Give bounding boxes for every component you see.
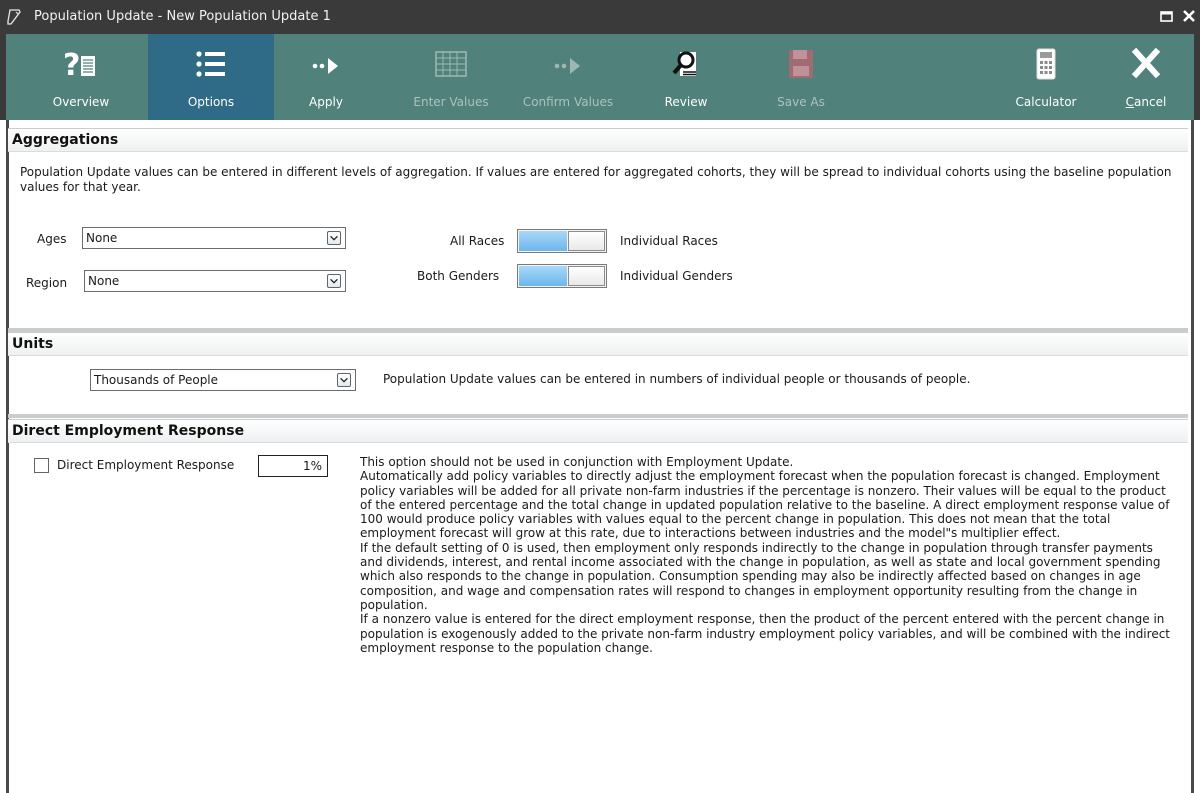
toolbar: ? Overview Options Apply Enter Values Co…	[0, 34, 1200, 120]
description-paragraph: Automatically add policy variables to di…	[360, 469, 1170, 541]
window-title-bar: Population Update - New Population Updat…	[0, 0, 1200, 34]
save-as-label: Save As	[777, 95, 825, 109]
ages-value: None	[86, 231, 118, 245]
apply-label: Apply	[309, 95, 343, 109]
document-pen-icon	[7, 9, 21, 25]
dots-arrow-icon	[554, 58, 580, 74]
units-header: Units	[8, 332, 1188, 356]
calculator-icon	[1036, 48, 1056, 80]
cancel-button[interactable]: Cancel	[1111, 34, 1181, 120]
description-paragraph: If a nonzero value is entered for the di…	[360, 612, 1170, 655]
races-toggle[interactable]	[517, 229, 607, 253]
region-label: Region	[26, 276, 68, 290]
grid-icon	[435, 51, 467, 77]
overview-button[interactable]: ? Overview	[41, 34, 121, 120]
chevron-down-icon	[337, 373, 351, 387]
section-divider	[8, 414, 1188, 418]
review-button[interactable]: Review	[646, 34, 726, 120]
confirm-values-label: Confirm Values	[522, 95, 614, 109]
chevron-down-icon	[327, 274, 341, 288]
close-icon[interactable]	[1180, 7, 1198, 25]
dots-arrow-icon	[312, 58, 338, 74]
ages-select[interactable]: None	[82, 227, 346, 249]
maximize-icon[interactable]	[1158, 7, 1176, 25]
direct-employment-label: Direct Employment Response	[57, 458, 235, 472]
save-as-button[interactable]: Save As	[761, 34, 841, 120]
aggregations-header: Aggregations	[8, 128, 1188, 152]
ages-label: Ages	[37, 232, 67, 246]
direct-employment-checkbox[interactable]	[34, 458, 49, 473]
overview-label: Overview	[52, 95, 110, 109]
races-toggle-fill	[519, 231, 567, 251]
units-select[interactable]: Thousands of People	[90, 369, 356, 391]
units-value: Thousands of People	[94, 373, 219, 387]
confirm-values-button[interactable]: Confirm Values	[513, 34, 623, 120]
enter-values-button[interactable]: Enter Values	[401, 34, 501, 120]
all-races-label: All Races	[450, 234, 505, 248]
individual-races-label: Individual Races	[620, 234, 718, 248]
direct-employment-percent-input[interactable]: 1%	[258, 455, 328, 477]
options-label: Options	[187, 95, 235, 109]
both-genders-label: Both Genders	[417, 269, 500, 283]
chevron-down-icon	[327, 231, 341, 245]
races-toggle-knob[interactable]	[568, 231, 605, 251]
enter-values-label: Enter Values	[413, 95, 489, 109]
svg-text:?: ?	[63, 48, 80, 82]
region-value: None	[88, 274, 120, 288]
genders-toggle[interactable]	[517, 264, 607, 288]
aggregations-description: Population Update values can be entered …	[20, 165, 1172, 194]
magnifier-document-icon	[672, 51, 696, 76]
list-icon	[196, 51, 225, 77]
question-document-icon: ?	[63, 48, 95, 82]
options-button[interactable]: Options	[148, 34, 274, 120]
cancel-label: Cancel	[1125, 95, 1167, 109]
review-label: Review	[664, 95, 708, 109]
calculator-label: Calculator	[1015, 95, 1077, 109]
genders-toggle-knob[interactable]	[568, 266, 605, 286]
units-description: Population Update values can be entered …	[383, 372, 971, 386]
window-title: Population Update - New Population Updat…	[34, 9, 331, 24]
region-select[interactable]: None	[84, 270, 346, 292]
x-icon	[1131, 47, 1161, 79]
description-paragraph: If the default setting of 0 is used, the…	[360, 540, 1161, 612]
genders-toggle-fill	[519, 266, 567, 286]
description-paragraph: This option should not be used in conjun…	[360, 455, 794, 469]
individual-genders-label: Individual Genders	[620, 269, 733, 283]
floppy-disk-icon	[789, 50, 813, 78]
direct-employment-description: This option should not be used in conjun…	[360, 455, 1172, 655]
calculator-button[interactable]: Calculator	[1001, 34, 1091, 120]
apply-button[interactable]: Apply	[291, 34, 361, 120]
direct-employment-header: Direct Employment Response	[8, 419, 1188, 443]
